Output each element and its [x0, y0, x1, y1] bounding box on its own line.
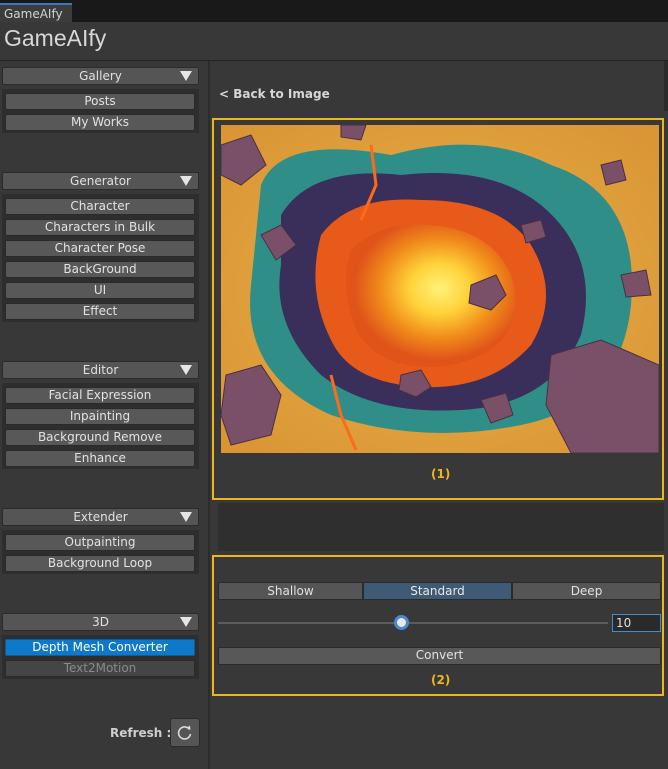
dropdown-triangle-icon: [180, 512, 192, 522]
depth-option-standard[interactable]: Standard: [363, 582, 512, 600]
frame-2-label: (2): [431, 673, 451, 687]
app-title: GameAIfy: [4, 25, 107, 51]
my-works-button[interactable]: My Works: [5, 114, 195, 131]
convert-button[interactable]: Convert: [218, 647, 661, 665]
scrollbar[interactable]: [664, 61, 668, 111]
editor-tab-bar: [0, 0, 668, 22]
dropdown-triangle-icon: [180, 176, 192, 186]
enhance-button[interactable]: Enhance: [5, 450, 195, 467]
section-title: Gallery: [79, 69, 122, 83]
depth-value-field[interactable]: 10: [612, 614, 661, 632]
inpainting-button[interactable]: Inpainting: [5, 408, 195, 425]
depth-slider-track[interactable]: [218, 622, 608, 624]
section-gallery-header[interactable]: Gallery: [2, 67, 199, 85]
section-title: 3D: [92, 615, 109, 629]
background-button[interactable]: BackGround: [5, 261, 195, 278]
characters-in-bulk-button[interactable]: Characters in Bulk: [5, 219, 195, 236]
section-editor-header[interactable]: Editor: [2, 361, 199, 379]
spacer-panel: [218, 503, 664, 551]
posts-button[interactable]: Posts: [5, 93, 195, 110]
section-title: Editor: [82, 363, 119, 377]
character-pose-button[interactable]: Character Pose: [5, 240, 195, 257]
image-preview: [221, 125, 659, 453]
background-remove-button[interactable]: Background Remove: [5, 429, 195, 446]
dropdown-triangle-icon: [180, 365, 192, 375]
facial-expression-button[interactable]: Facial Expression: [5, 387, 195, 404]
depth-option-deep[interactable]: Deep: [512, 582, 661, 600]
section-generator-header[interactable]: Generator: [2, 172, 199, 190]
refresh-icon: [177, 725, 192, 740]
refresh-label: Refresh :: [110, 726, 172, 740]
text2motion-button[interactable]: Text2Motion: [5, 660, 195, 677]
background-loop-button[interactable]: Background Loop: [5, 555, 195, 572]
refresh-button[interactable]: [170, 718, 200, 747]
frame-1-label: (1): [431, 467, 451, 481]
depth-option-shallow[interactable]: Shallow: [218, 582, 363, 600]
outpainting-button[interactable]: Outpainting: [5, 534, 195, 551]
ui-button[interactable]: UI: [5, 282, 195, 299]
section-3d-header[interactable]: 3D: [2, 613, 199, 631]
window-tab[interactable]: GameAIfy: [0, 3, 72, 22]
section-title: Extender: [73, 510, 128, 524]
section-extender-header[interactable]: Extender: [2, 508, 199, 526]
section-title: Generator: [70, 174, 131, 188]
dropdown-triangle-icon: [180, 617, 192, 627]
character-button[interactable]: Character: [5, 198, 195, 215]
back-to-image-link[interactable]: < Back to Image: [219, 87, 330, 101]
effect-button[interactable]: Effect: [5, 303, 195, 320]
dropdown-triangle-icon: [180, 71, 192, 81]
depth-slider-knob[interactable]: [394, 615, 409, 630]
lava-crater-image: [221, 125, 659, 453]
depth-mesh-converter-button[interactable]: Depth Mesh Converter: [5, 639, 195, 656]
